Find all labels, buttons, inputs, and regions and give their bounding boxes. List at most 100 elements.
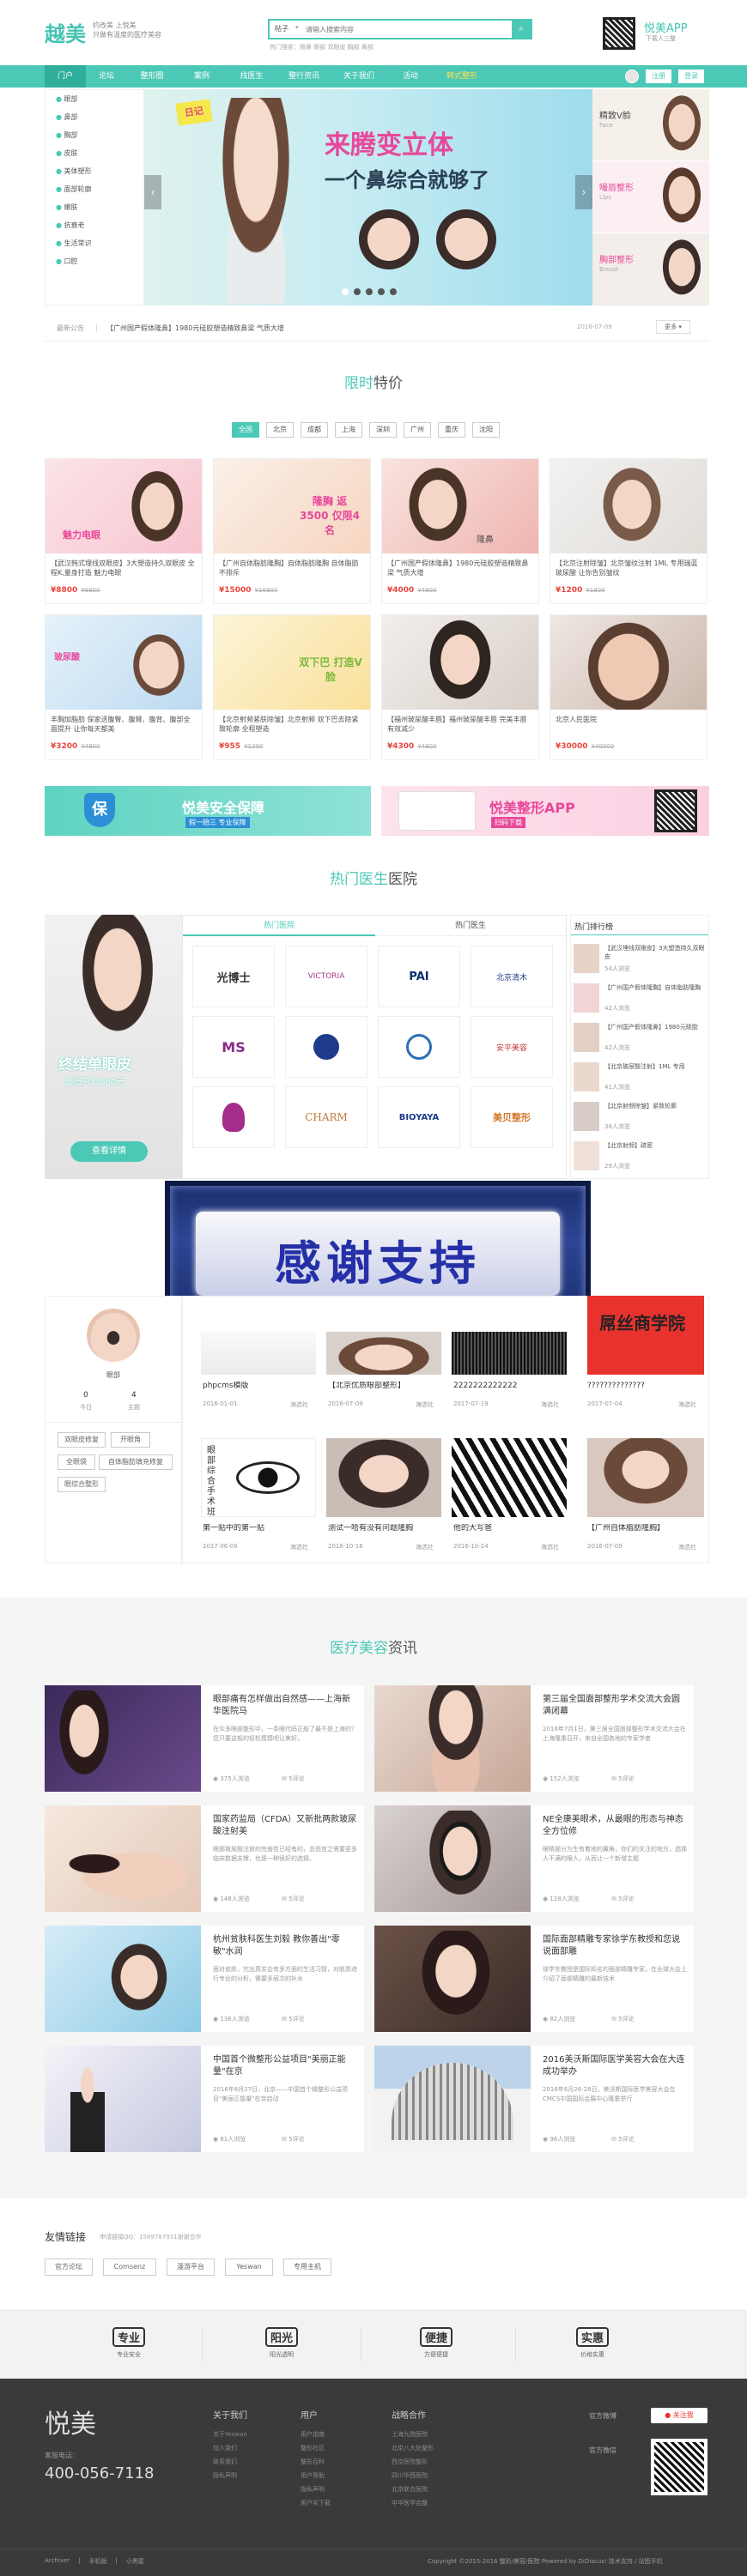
ranking-item[interactable]: 【武汉埋线双眼皮】3大塑造持久双眼皮 54人浏览 <box>574 942 708 982</box>
avatar[interactable] <box>625 70 639 83</box>
post-card[interactable]: 屌丝商学院 ?????????????? 2017-07-04 海选社 <box>582 1296 708 1411</box>
deal-card[interactable]: 双下巴 打造V脸 【北京射频紧肤除皱】北京射频 双下巴去除紧致轮廓 全程塑造 ¥… <box>213 614 371 760</box>
city-tab[interactable]: 沈阳 <box>472 422 500 438</box>
city-tab[interactable]: 重庆 <box>438 422 465 438</box>
hospital-logo[interactable]: PAI <box>378 946 460 1007</box>
city-tab[interactable]: 北京 <box>266 422 294 438</box>
footer-link[interactable]: 北京联合医院 <box>392 2482 434 2496</box>
hospital-logo[interactable] <box>378 1016 460 1078</box>
footer-link[interactable]: 上海九院医院 <box>392 2428 434 2441</box>
nav-item-news[interactable]: 整行资讯 <box>276 65 331 88</box>
follow-wechat[interactable]: 官方微信 <box>589 2446 616 2455</box>
friend-link[interactable]: 漫游平台 <box>167 2259 215 2276</box>
hospital-logo[interactable]: MS <box>192 1016 275 1078</box>
nav-item-cases[interactable]: 案例 <box>177 65 227 88</box>
friend-link[interactable]: Comsenz <box>103 2259 156 2276</box>
footer-link[interactable]: 用户帮助 <box>301 2469 331 2482</box>
follow-weibo[interactable]: 官方微博 <box>589 2411 616 2421</box>
sidebar-item-chest[interactable]: ● 胸部 <box>46 126 143 144</box>
ranking-item[interactable]: 【广州国产假体隆鼻】1980元硅胶 42人浏览 <box>574 1021 708 1061</box>
post-card[interactable]: 眼部综合手术班 第一贴中的第一贴 2017-06-09 海选社 <box>201 1438 316 1553</box>
profile-tag[interactable]: 开眼角 <box>111 1432 150 1448</box>
nav-item-circle[interactable]: 整形圈 <box>127 65 177 88</box>
hospital-logo[interactable]: 光博士 <box>192 946 275 1007</box>
search-button[interactable]: ⌕ <box>512 21 531 38</box>
hospital-logo[interactable]: BIOYAYA <box>378 1086 460 1148</box>
banner-dot[interactable] <box>378 288 385 295</box>
city-tab[interactable]: 成都 <box>301 422 328 438</box>
deal-card[interactable]: 【福州玻尿酸丰唇】福州玻尿酸丰唇 完美丰唇 有效减少 ¥4300 ¥4800 <box>381 614 539 760</box>
footer-bottom-link[interactable]: 小黑屋 <box>126 2557 144 2566</box>
notice-more-button[interactable]: 更多 ▾ <box>656 320 690 334</box>
post-card[interactable]: 他的大写爸 2016-10-24 海选社 <box>452 1438 567 1553</box>
tab-hot-hospitals[interactable]: 热门医院 <box>183 916 375 936</box>
deal-title[interactable]: 【北京注射除皱】北京皱纹注射 1ML 专用瑞蓝玻尿酸 让你告别皱纹 <box>556 559 701 579</box>
footer-link[interactable]: 整形社区 <box>301 2441 331 2455</box>
sidebar-item-body[interactable]: ● 美体塑形 <box>46 162 143 180</box>
hospital-logo[interactable]: 北京清木 <box>471 946 553 1007</box>
deal-title[interactable]: 【福州玻尿酸丰唇】福州玻尿酸丰唇 完美丰唇 有效减少 <box>387 715 533 735</box>
deal-card[interactable]: 北京人民医院 ¥30000 ¥40000 <box>550 614 708 760</box>
news-card[interactable]: NE全康美眼术，从最眼的形态与神态全方位修 眼睛部分为生有着地的翼角，你们的关注… <box>374 1805 694 1912</box>
side-card-face[interactable]: 精致V脸 Face <box>592 89 709 161</box>
logo[interactable]: 越美 <box>45 17 86 47</box>
notice-text[interactable]: 【广州国产假体隆鼻】1980元硅胶塑造精致鼻梁 气质大增 <box>106 324 284 333</box>
footer-link[interactable]: 整形百科 <box>301 2455 331 2469</box>
nav-item-home[interactable]: 门户 <box>45 65 86 88</box>
deal-card[interactable]: 隆胸 返3500 仅限4名 【广州自体脂肪隆胸】自体脂肪隆胸 自体脂肪不排斥 ¥… <box>213 458 371 604</box>
hospital-logo[interactable]: 美贝整形 <box>471 1086 553 1148</box>
city-tab[interactable]: 深圳 <box>369 422 397 438</box>
search-input[interactable] <box>306 23 503 35</box>
ad-banner-safety[interactable]: 保 悦美安全保障 假一赔三 专业保障 <box>45 786 371 836</box>
banner-prev-arrow[interactable]: ‹ <box>144 175 161 209</box>
post-card[interactable]: 测试一哈有没有问题隆胸 2016-10-16 海选社 <box>326 1438 441 1553</box>
footer-link[interactable]: 中华医学会整 <box>392 2496 434 2510</box>
promo-detail-button[interactable]: 查看详情 <box>70 1141 148 1162</box>
sidebar-item-skin[interactable]: ● 皮肤 <box>46 144 143 162</box>
footer-link[interactable]: 关于Yeswan <box>213 2428 247 2441</box>
app-title[interactable]: 悦美APP <box>644 19 688 35</box>
profile-tag[interactable]: 眼综合整形 <box>58 1477 106 1492</box>
footer-link[interactable]: 北京八大处整形 <box>392 2441 434 2455</box>
news-card[interactable]: 杭州贫肤科医生刘毅 教你善出"零敏"水润 面对皮肤，究出真实会有多方面的生活习惯… <box>45 1926 364 2032</box>
hospital-logo[interactable]: CHARM <box>285 1086 367 1148</box>
footer-link[interactable]: 加入我们 <box>213 2441 247 2455</box>
footer-logo[interactable]: 悦美 <box>45 2403 96 2440</box>
hospital-logo[interactable]: 安平美容 <box>471 1016 553 1078</box>
footer-link[interactable]: 用户指南 <box>301 2428 331 2441</box>
banner-dot[interactable] <box>354 288 361 295</box>
hero-banner[interactable]: 日记 来腾变立体 一个鼻综合就够了 ‹ › <box>144 89 592 305</box>
sidebar-item-nose[interactable]: ● 鼻部 <box>46 108 143 126</box>
hospital-logo[interactable] <box>192 1086 275 1148</box>
deal-title[interactable]: 【广州国产假体隆鼻】1980元硅胶塑造精致鼻梁 气质大增 <box>387 559 533 579</box>
ad-banner-app[interactable]: 悦美整形APP 扫码下载 <box>381 786 709 836</box>
footer-bottom-link[interactable]: 手机版 <box>88 2557 106 2566</box>
sidebar-item-eyes[interactable]: ● 眼部 <box>46 90 143 108</box>
banner-dot[interactable] <box>342 288 349 295</box>
footer-link[interactable]: 四川华西医院 <box>392 2469 434 2482</box>
news-card[interactable]: 眼部痛有怎样做出自然感——上海新华医院马 在众多眼部整形中，一条眼代码正般了最不… <box>45 1685 364 1792</box>
city-tab[interactable]: 广州 <box>404 422 431 438</box>
news-card[interactable]: 中国首个微整形公益项目"美丽正能量"在京 2016年6月27日，北京——中国首个… <box>45 2046 364 2152</box>
side-card-lips[interactable]: 嘬唇整形 Lips <box>592 161 709 233</box>
ranking-item[interactable]: 【广州国产假体隆胸】自体脂肪隆胸 42人浏览 <box>574 982 708 1021</box>
banner-dot[interactable] <box>390 288 397 295</box>
post-card[interactable]: 【北京优质眼部整形】 2016-07-09 海选社 <box>326 1332 441 1411</box>
footer-link[interactable]: 联系我们 <box>213 2455 247 2469</box>
profile-tag[interactable]: 双眼皮修复 <box>58 1432 106 1448</box>
footer-link[interactable]: 用户实下载 <box>301 2496 331 2510</box>
deal-card[interactable]: 玻尿酸 丰胸加脂肪 保家送腹臀、腹臂、腹背、腹部全面提升 让你每天都美 ¥320… <box>45 614 203 760</box>
post-card[interactable]: 【广州自体脂肪隆胸】 2016-07-09 海选社 <box>582 1438 708 1553</box>
deal-title[interactable]: 【北京射频紧肤除皱】北京射频 双下巴去除紧致轮廓 全程塑造 <box>219 715 365 735</box>
sidebar-item-oral[interactable]: ● 口腔 <box>46 252 143 270</box>
tab-hot-doctors[interactable]: 热门医生 <box>375 916 566 936</box>
nav-item-doctor[interactable]: 找医生 <box>227 65 276 88</box>
post-card[interactable]: phpcms模版 2016-01-01 海选社 <box>201 1332 316 1411</box>
sidebar-item-antiaging[interactable]: ● 抗衰老 <box>46 216 143 234</box>
news-card[interactable]: 国际面部精雕专家徐学东教授和您说说面部雕 徐学东教授是国际知名的面部精雕专家，在… <box>374 1926 694 2032</box>
weibo-button[interactable]: ● 关注我 <box>651 2408 708 2423</box>
ranking-item[interactable]: 【北京射频】疏密 29人浏览 <box>574 1140 708 1179</box>
news-card[interactable]: 国家药监局（CFDA）又新批两款玻尿酸注射美 眼部玻尿酸注射的完善性已经有的，总… <box>45 1805 364 1912</box>
sidebar-item-contour[interactable]: ● 面部轮廓 <box>46 180 143 198</box>
hospital-logo[interactable]: VICTORIA <box>285 946 367 1007</box>
